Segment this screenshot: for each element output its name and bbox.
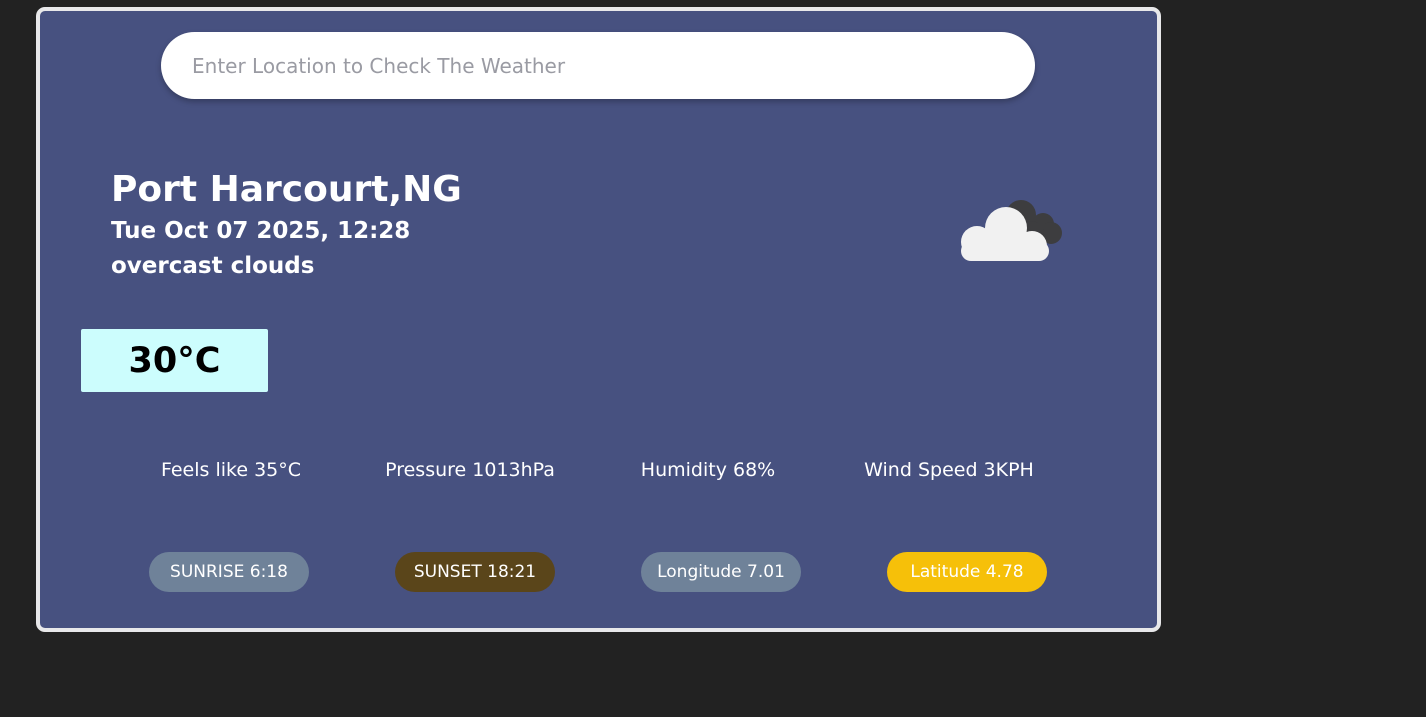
search-bar[interactable] <box>161 32 1035 99</box>
temperature-display: 30°C <box>81 329 268 392</box>
city-name: Port Harcourt,NG <box>111 169 462 210</box>
humidity-stat: Humidity 68% <box>640 459 776 481</box>
weather-description: overcast clouds <box>111 253 315 279</box>
longitude-badge: Longitude 7.01 <box>641 552 801 592</box>
date-time: Tue Oct 07 2025, 12:28 <box>111 218 411 244</box>
wind-speed-stat: Wind Speed 3KPH <box>864 459 1034 481</box>
sunrise-badge: SUNRISE 6:18 <box>149 552 309 592</box>
latitude-badge: Latitude 4.78 <box>887 552 1047 592</box>
sunset-badge: SUNSET 18:21 <box>395 552 555 592</box>
feels-like-stat: Feels like 35°C <box>160 459 302 481</box>
weather-card: Port Harcourt,NG Tue Oct 07 2025, 12:28 … <box>36 7 1161 632</box>
search-input[interactable] <box>161 32 1035 99</box>
pressure-stat: Pressure 1013hPa <box>385 459 555 481</box>
overcast-clouds-icon <box>955 191 1065 263</box>
